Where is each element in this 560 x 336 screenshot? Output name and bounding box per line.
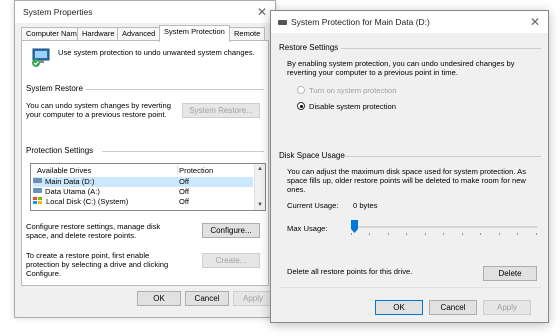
tab-remote[interactable]: Remote	[229, 27, 266, 41]
restore-settings-heading: Restore Settings	[279, 43, 339, 52]
slider-tick	[480, 233, 481, 235]
restore-settings-description: By enabling system protection, you can u…	[287, 59, 515, 77]
column-divider	[177, 165, 178, 175]
disable-protection-radio[interactable]	[297, 102, 305, 110]
configure-button[interactable]: Configure...	[202, 223, 260, 238]
drive-protection: Off	[179, 197, 189, 206]
drive-icon	[33, 178, 42, 183]
max-usage-slider[interactable]	[351, 219, 537, 239]
drive-protection: Off	[179, 187, 189, 196]
slider-tick	[388, 233, 389, 235]
system-restore-button[interactable]: System Restore...	[182, 103, 260, 118]
drive-name: Main Data (D:)	[45, 177, 95, 186]
column-header-drives[interactable]: Available Drives	[37, 166, 91, 175]
slider-track	[351, 226, 537, 228]
drive-icon	[33, 188, 42, 193]
group-divider	[343, 156, 541, 157]
slider-tick	[462, 233, 463, 235]
close-icon[interactable]: ✕	[255, 5, 269, 19]
intro-text: Use system protection to undo unwanted s…	[58, 48, 255, 57]
disk-space-description: You can adjust the maximum disk space us…	[287, 167, 527, 194]
window-title: System Properties	[23, 7, 93, 17]
apply-button[interactable]: Apply	[483, 300, 531, 315]
disable-protection-label[interactable]: Disable system protection	[309, 102, 396, 111]
create-text: To create a restore point, first enable …	[26, 251, 169, 278]
current-usage-label: Current Usage:	[287, 201, 339, 210]
system-properties-window: System Properties ✕ Computer Name Hardwa…	[14, 0, 276, 318]
create-button[interactable]: Create...	[202, 253, 260, 268]
cancel-button[interactable]: Cancel	[185, 291, 229, 306]
close-icon[interactable]: ✕	[528, 15, 542, 29]
protection-settings-heading: Protection Settings	[26, 146, 94, 155]
ok-button[interactable]: OK	[375, 300, 423, 315]
group-divider	[86, 89, 264, 90]
footer-divider	[279, 287, 541, 288]
slider-tick	[406, 233, 407, 235]
tab-hardware[interactable]: Hardware	[77, 27, 120, 41]
configure-text: Configure restore settings, manage disk …	[26, 222, 161, 240]
slider-tick	[499, 233, 500, 235]
slider-tick	[517, 233, 518, 235]
group-divider	[102, 151, 264, 152]
scroll-down-icon[interactable]: ▼	[257, 202, 263, 208]
current-usage-value: 0 bytes	[353, 201, 378, 210]
cancel-button[interactable]: Cancel	[429, 300, 477, 315]
slider-tick	[351, 233, 352, 235]
disk-space-heading: Disk Space Usage	[279, 151, 345, 160]
system-protection-page: Use system protection to undo unwanted s…	[21, 40, 269, 286]
group-divider	[341, 48, 541, 49]
tab-system-protection[interactable]: System Protection	[159, 25, 230, 42]
drive-name: Data Utama (A:)	[45, 187, 100, 196]
ok-button[interactable]: OK	[137, 291, 181, 306]
scroll-up-icon[interactable]: ▲	[257, 166, 263, 172]
drives-list[interactable]: Available Drives Protection Main Data (D…	[30, 163, 266, 211]
apply-button[interactable]: Apply	[233, 291, 273, 306]
dialog-titlebar[interactable]: System Protection for Main Data (D:) ✕	[271, 11, 548, 33]
slider-tick	[536, 233, 537, 235]
drive-icon	[278, 20, 287, 25]
delete-text: Delete all restore points for this drive…	[287, 267, 413, 276]
slider-tick	[425, 233, 426, 235]
system-protection-icon	[32, 48, 50, 67]
table-row[interactable]: Main Data (D:) Off	[33, 177, 253, 187]
max-usage-label: Max Usage:	[287, 224, 328, 233]
table-row[interactable]: Local Disk (C:) (System) Off	[33, 197, 253, 207]
system-properties-titlebar[interactable]: System Properties ✕	[15, 1, 275, 23]
system-protection-dialog: System Protection for Main Data (D:) ✕ R…	[270, 10, 549, 323]
slider-tick	[443, 233, 444, 235]
slider-tick	[369, 233, 370, 235]
drive-protection: Off	[179, 177, 189, 186]
system-restore-heading: System Restore	[26, 84, 83, 93]
system-restore-description: You can undo system changes by reverting…	[26, 101, 171, 119]
system-drive-icon	[33, 197, 43, 205]
table-row[interactable]: Data Utama (A:) Off	[33, 187, 253, 197]
delete-button[interactable]: Delete	[483, 266, 537, 281]
list-scrollbar[interactable]: ▲ ▼	[254, 164, 265, 210]
tab-advanced[interactable]: Advanced	[117, 27, 161, 41]
turn-on-protection-radio[interactable]	[297, 86, 305, 94]
turn-on-protection-label[interactable]: Turn on system protection	[309, 86, 397, 95]
slider-thumb[interactable]	[351, 220, 358, 233]
column-header-protection[interactable]: Protection	[179, 166, 213, 175]
drive-name: Local Disk (C:) (System)	[46, 197, 129, 206]
dialog-title: System Protection for Main Data (D:)	[291, 17, 430, 27]
